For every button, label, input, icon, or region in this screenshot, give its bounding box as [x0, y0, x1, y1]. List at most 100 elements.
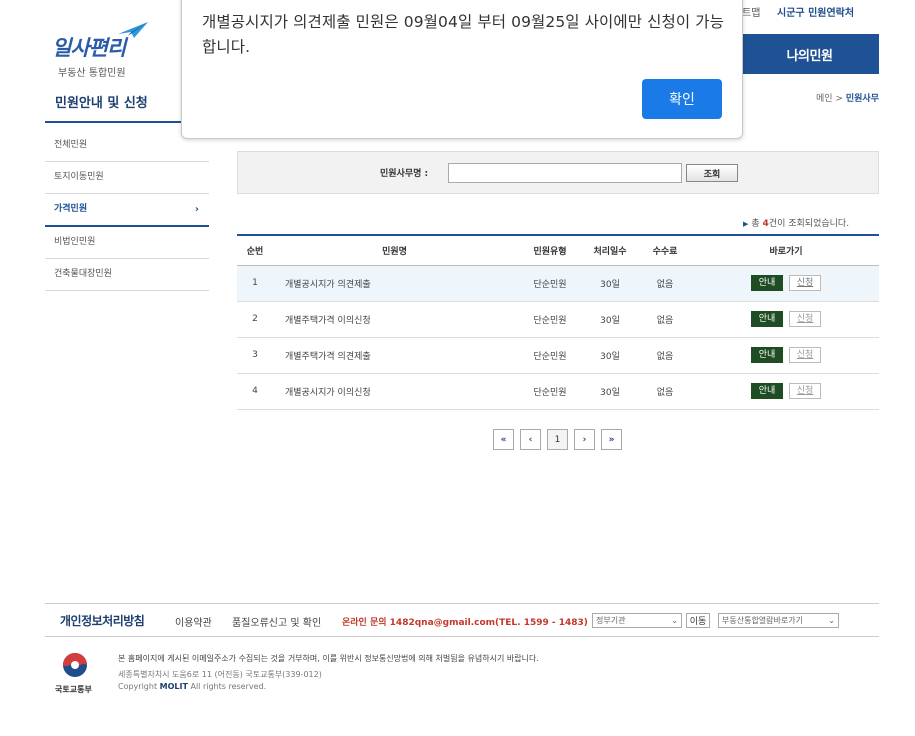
- breadcrumb: 메인 > 민원사무: [816, 91, 879, 104]
- site-logo[interactable]: 일사편리 부동산 통합민원: [48, 20, 158, 80]
- privacy-policy-link[interactable]: 개인정보처리방침: [60, 612, 145, 629]
- confirm-button[interactable]: 확인: [642, 79, 722, 119]
- col-header-type: 민원유형: [533, 246, 567, 257]
- family-site-select[interactable]: 부동산통합열람바로가기 ⌄: [718, 613, 839, 628]
- error-report-link[interactable]: 품질오류신고 및 확인: [232, 614, 321, 629]
- col-header-fee: 수수료: [652, 246, 678, 257]
- cell-no: 2: [252, 314, 258, 324]
- contact-info: 온라인 문의 1482qna@gmail.com(TEL. 1599 - 148…: [342, 618, 588, 628]
- guide-button[interactable]: 안내: [751, 311, 783, 327]
- terms-link[interactable]: 이용약관: [175, 614, 212, 629]
- page-number-button[interactable]: 1: [547, 429, 568, 450]
- sidebar-item-price[interactable]: 가격민원 ›: [45, 194, 209, 227]
- breadcrumb-home[interactable]: 메인 >: [816, 94, 843, 104]
- col-header-name: 민원명: [382, 246, 407, 257]
- alert-dialog: 개별공시지가 의견제출 민원은 09월04일 부터 09월25일 사이에만 신청…: [181, 0, 743, 139]
- table-row: 1 개별공시지가 의견제출 단순민원 30일 없음 안내 신청: [237, 265, 879, 301]
- search-label: 민원사무명 :: [380, 169, 429, 179]
- civil-service-table: 순번 민원명 민원유형 처리일수 수수료 바로가기 1 개별공시지가 의견제출 …: [237, 234, 879, 410]
- apply-button[interactable]: 신청: [789, 311, 821, 327]
- copyright-brand: MOLIT: [159, 682, 188, 691]
- table-row: 4 개별공시지가 이의신청 단순민원 30일 없음 안내 신청: [237, 373, 879, 409]
- chevron-down-icon: ⌄: [828, 616, 835, 625]
- col-header-days: 처리일수: [593, 246, 627, 257]
- chevron-down-icon: ⌄: [671, 616, 678, 625]
- cell-no: 1: [252, 278, 258, 288]
- alert-message: 개별공시지가 의견제출 민원은 09월04일 부터 09월25일 사이에만 신청…: [202, 13, 724, 56]
- pagination: « ‹ 1 › »: [493, 429, 622, 450]
- sidebar-item-label: 건축물대장민원: [54, 269, 112, 279]
- cell-no: 4: [252, 386, 258, 396]
- logo-subtitle: 부동산 통합민원: [58, 68, 126, 79]
- apply-button[interactable]: 신청: [789, 383, 821, 399]
- cell-shortcut: 안내 신청: [693, 337, 879, 373]
- footer-notice: 본 홈페이지에 게시된 이메일주소가 수집되는 것을 거부하며, 이를 위반시 …: [118, 654, 539, 663]
- my-civil-button[interactable]: 나의민원: [740, 34, 879, 74]
- prev-page-button[interactable]: ‹: [520, 429, 541, 450]
- result-prefix: 총: [751, 219, 760, 229]
- guide-button[interactable]: 안내: [751, 383, 783, 399]
- col-header-shortcut: 바로가기: [769, 246, 803, 257]
- cell-type: 단순민원: [533, 279, 567, 290]
- table-header-row: 순번 민원명 민원유형 처리일수 수수료 바로가기: [237, 235, 879, 265]
- footer-divider-bottom: [45, 636, 879, 637]
- government-emblem-icon: [63, 653, 87, 677]
- cell-type: 단순민원: [533, 387, 567, 398]
- first-page-button[interactable]: «: [493, 429, 514, 450]
- cell-type: 단순민원: [533, 351, 567, 362]
- cell-fee: 없음: [656, 387, 674, 398]
- top-link-sitemap[interactable]: 트맵: [742, 4, 760, 19]
- cell-shortcut: 안내 신청: [693, 373, 879, 409]
- sidebar-menu: 전체민원 토지이동민원 가격민원 › 비법인민원 건축물대장민원: [45, 130, 209, 291]
- cell-name[interactable]: 개별공시지가 의견제출: [273, 265, 517, 301]
- cell-days: 30일: [600, 387, 620, 398]
- sidebar-title: 민원안내 및 신청: [55, 96, 148, 111]
- cell-type: 단순민원: [533, 315, 567, 326]
- apply-button[interactable]: 신청: [789, 347, 821, 363]
- arrow-right-icon: ▶: [743, 220, 749, 228]
- footer-address: 세종특별자치시 도움6로 11 (어진동) 국토교통부(339-012): [118, 670, 322, 679]
- search-button[interactable]: 조회: [686, 164, 738, 182]
- cell-name[interactable]: 개별주택가격 의견제출: [273, 337, 517, 373]
- family-site-select-value: 부동산통합열람바로가기: [722, 616, 803, 625]
- guide-button[interactable]: 안내: [751, 275, 783, 291]
- copyright-pre: Copyright: [118, 682, 158, 691]
- guide-button[interactable]: 안내: [751, 347, 783, 363]
- breadcrumb-current: 민원사무: [845, 94, 879, 104]
- col-header-no: 순번: [246, 246, 264, 257]
- ministry-name: 국토교통부: [55, 685, 92, 694]
- cell-no: 3: [252, 350, 258, 360]
- sidebar-item-label: 토지이동민원: [54, 172, 104, 182]
- sidebar-item-non-corporate[interactable]: 비법인민원: [45, 227, 209, 259]
- result-suffix: 건이 조회되었습니다.: [768, 219, 850, 229]
- sidebar-item-label: 가격민원: [54, 204, 88, 214]
- apply-button[interactable]: 신청: [789, 275, 821, 291]
- footer-copyright: Copyright MOLIT All rights reserved.: [118, 682, 266, 691]
- top-link-contact[interactable]: 시군구 민원연락처: [777, 4, 854, 19]
- next-page-button[interactable]: ›: [574, 429, 595, 450]
- cell-fee: 없음: [656, 351, 674, 362]
- cell-fee: 없음: [656, 315, 674, 326]
- footer-divider-top: [45, 603, 879, 604]
- cell-name[interactable]: 개별공시지가 이의신청: [273, 373, 517, 409]
- last-page-button[interactable]: »: [601, 429, 622, 450]
- cell-days: 30일: [600, 279, 620, 290]
- cell-days: 30일: [600, 315, 620, 326]
- move-button[interactable]: 이동: [686, 613, 710, 628]
- sidebar-item-building-ledger[interactable]: 건축물대장민원: [45, 259, 209, 291]
- sidebar-item-land-move[interactable]: 토지이동민원: [45, 162, 209, 194]
- cell-name[interactable]: 개별주택가격 이의신청: [273, 301, 517, 337]
- cell-fee: 없음: [656, 279, 674, 290]
- cell-shortcut: 안내 신청: [693, 265, 879, 301]
- sidebar-item-label: 비법인민원: [54, 237, 96, 247]
- copyright-post: All rights reserved.: [190, 682, 267, 691]
- search-input[interactable]: [448, 163, 682, 183]
- cell-shortcut: 안내 신청: [693, 301, 879, 337]
- table-row: 2 개별주택가격 이의신청 단순민원 30일 없음 안내 신청: [237, 301, 879, 337]
- cell-days: 30일: [600, 351, 620, 362]
- gov-agency-select[interactable]: 정부기관 ⌄: [592, 613, 682, 628]
- table-row: 3 개별주택가격 의견제출 단순민원 30일 없음 안내 신청: [237, 337, 879, 373]
- logo-text: 일사편리: [52, 36, 126, 60]
- chevron-right-icon: ›: [194, 204, 199, 215]
- search-panel: 민원사무명 : 조회: [237, 151, 879, 194]
